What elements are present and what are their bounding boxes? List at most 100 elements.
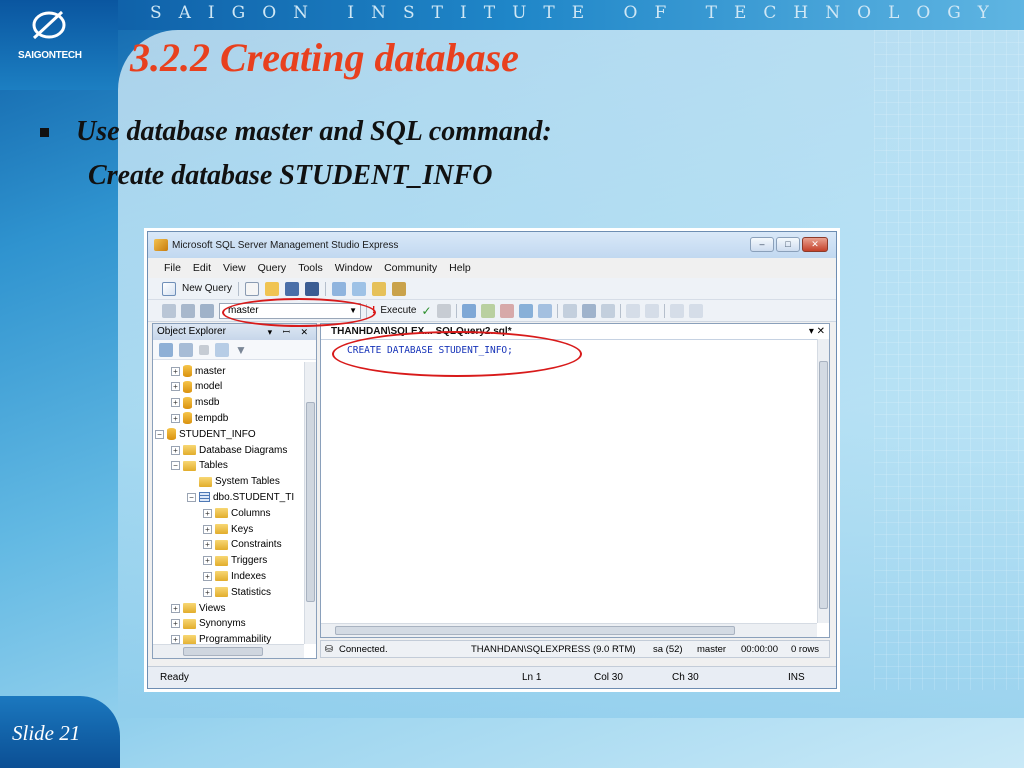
menu-help[interactable]: Help [449, 262, 471, 274]
tree-item[interactable]: + msdb [171, 396, 219, 410]
results-to-text-icon[interactable] [562, 303, 577, 318]
expand-icon[interactable]: + [171, 635, 180, 645]
scrollbar-thumb[interactable] [819, 361, 828, 609]
connect-icon[interactable] [162, 303, 176, 318]
tree-item[interactable]: + tempdb [171, 411, 228, 425]
object-explorer-title: Object Explorer [157, 326, 226, 337]
minimize-button[interactable]: – [750, 237, 774, 252]
menu-tools[interactable]: Tools [298, 262, 323, 274]
save-all-icon[interactable] [305, 281, 320, 296]
tree-item[interactable]: System Tables [187, 475, 280, 489]
expand-icon[interactable]: + [203, 508, 212, 518]
tree-item-label: Constraints [231, 539, 282, 551]
tree-item[interactable]: + Constraints [203, 538, 282, 552]
oe-connect-icon[interactable] [159, 342, 173, 357]
editor-horizontal-scrollbar[interactable] [321, 623, 817, 637]
results-to-grid-icon[interactable] [581, 303, 596, 318]
tree-item[interactable]: + Columns [203, 506, 270, 520]
menu-edit[interactable]: Edit [193, 262, 211, 274]
highlight-sql-command [332, 331, 582, 377]
tree-item[interactable]: + Views [171, 601, 226, 615]
increase-indent-icon[interactable] [688, 303, 703, 318]
maximize-button[interactable]: □ [776, 237, 800, 252]
expand-icon[interactable]: + [203, 524, 212, 534]
tree-item-label: master [195, 365, 226, 377]
window-titlebar: Microsoft SQL Server Management Studio E… [148, 232, 836, 258]
parse-check-icon[interactable]: ✓ [421, 304, 431, 318]
open-folder-icon[interactable] [265, 281, 280, 296]
include-plan-icon[interactable] [518, 303, 533, 318]
expand-icon[interactable]: + [171, 366, 180, 376]
expand-icon[interactable]: + [171, 603, 180, 613]
menu-file[interactable]: File [164, 262, 181, 274]
tree-item[interactable]: + Indexes [203, 569, 266, 583]
standard-toolbar: New Query [148, 278, 836, 300]
expand-icon[interactable]: + [203, 540, 212, 550]
intellisense-icon[interactable] [499, 303, 514, 318]
sql-text-area[interactable]: CREATE DATABASE STUDENT_INFO; [321, 339, 817, 623]
scrollbar-thumb[interactable] [335, 626, 735, 635]
estimated-plan-icon[interactable] [461, 303, 476, 318]
expand-icon[interactable]: + [203, 587, 212, 597]
tree-item[interactable]: + model [171, 380, 222, 394]
new-file-icon[interactable] [245, 281, 260, 296]
tree-item[interactable]: − Tables [171, 459, 228, 473]
change-connection-icon[interactable] [200, 303, 214, 318]
menu-query[interactable]: Query [258, 262, 287, 274]
tree-item[interactable]: + Database Diagrams [171, 443, 287, 457]
object-explorer-icon[interactable] [352, 281, 367, 296]
new-query-icon[interactable] [162, 281, 176, 296]
tree-item[interactable]: + Keys [203, 522, 253, 536]
object-explorer-horizontal-scrollbar[interactable] [153, 644, 304, 658]
oe-stop-icon[interactable] [199, 344, 209, 355]
tree-item[interactable]: + Statistics [203, 585, 271, 599]
registered-servers-icon[interactable] [332, 281, 347, 296]
save-icon[interactable] [285, 281, 300, 296]
disconnect-icon[interactable] [181, 303, 195, 318]
uncomment-icon[interactable] [644, 303, 659, 318]
cancel-query-icon[interactable] [436, 303, 451, 318]
expand-icon[interactable]: + [171, 382, 180, 392]
expand-icon[interactable]: + [171, 398, 180, 408]
toolbar-separator [663, 303, 665, 318]
object-explorer-vertical-scrollbar[interactable] [304, 362, 316, 644]
header-band: SAIGON INSTITUTE OF TECHNOLOGY [0, 0, 1024, 30]
tree-item[interactable]: + master [171, 364, 226, 378]
tree-item-label: Views [199, 602, 226, 614]
folder-icon [183, 445, 196, 455]
expand-icon[interactable]: + [203, 571, 212, 581]
menu-view[interactable]: View [223, 262, 246, 274]
folder-icon [215, 571, 228, 582]
collapse-icon[interactable]: − [155, 429, 164, 439]
filter-icon[interactable]: ▼ [235, 343, 247, 357]
expand-icon[interactable]: + [203, 556, 212, 566]
scrollbar-thumb[interactable] [183, 647, 263, 656]
menu-community[interactable]: Community [384, 262, 437, 274]
expand-icon[interactable]: + [171, 445, 180, 455]
tree-item[interactable]: − dbo.STUDENT_TI [187, 490, 294, 504]
editor-vertical-scrollbar[interactable] [817, 339, 829, 623]
collapse-icon[interactable]: − [171, 461, 180, 471]
oe-refresh-icon[interactable] [215, 342, 229, 357]
expand-icon[interactable]: + [171, 619, 180, 629]
results-to-file-icon[interactable] [600, 303, 615, 318]
tree-item[interactable]: − STUDENT_INFO [155, 427, 256, 441]
client-stats-icon[interactable] [537, 303, 552, 318]
properties-icon[interactable] [392, 281, 407, 296]
editor-tab-buttons[interactable]: ▾ ✕ [809, 324, 825, 339]
collapse-icon[interactable]: − [187, 492, 196, 502]
decrease-indent-icon[interactable] [669, 303, 684, 318]
tree-item[interactable]: + Triggers [203, 554, 267, 568]
tree-item[interactable]: + Synonyms [171, 617, 246, 631]
toolbar-separator [325, 281, 327, 296]
new-query-button[interactable]: New Query [182, 283, 232, 294]
close-button[interactable]: ✕ [802, 237, 828, 252]
oe-disconnect-icon[interactable] [179, 342, 193, 357]
scrollbar-thumb[interactable] [306, 402, 315, 602]
comment-icon[interactable] [625, 303, 640, 318]
template-explorer-icon[interactable] [372, 281, 387, 296]
expand-icon[interactable]: + [171, 413, 180, 423]
query-options-icon[interactable] [480, 303, 495, 318]
menu-window[interactable]: Window [335, 262, 372, 274]
execute-button[interactable]: Execute [380, 305, 416, 316]
